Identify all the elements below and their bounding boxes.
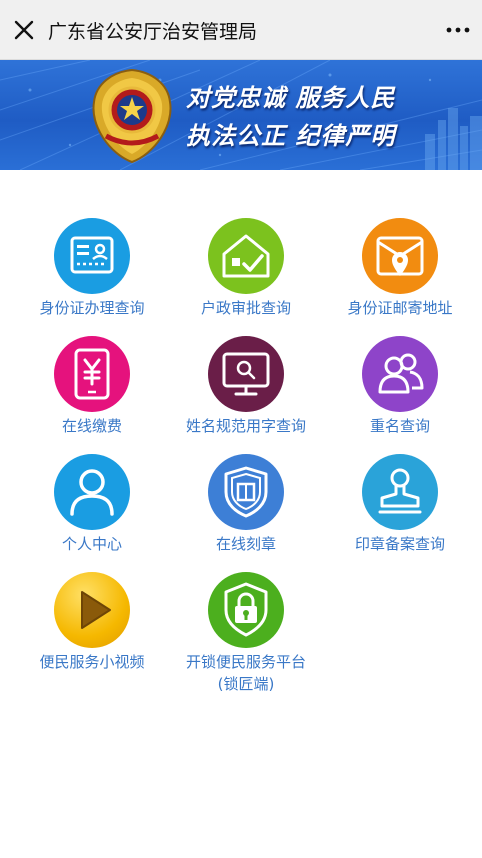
service-icon-circle: [54, 572, 130, 648]
users-icon: [378, 353, 424, 394]
monitor-search-icon: [222, 352, 270, 396]
service-label: 户政审批查询: [200, 299, 291, 317]
service-seal-filing-query[interactable]: 印章备案查询: [322, 454, 478, 555]
service-label: 印章备案查询: [354, 535, 445, 553]
service-icon-circle: [54, 454, 130, 530]
service-household-approval[interactable]: 户政审批查询: [168, 218, 324, 319]
page-title: 广东省公安厅治安管理局: [48, 21, 258, 43]
service-icon-circle: [362, 336, 438, 412]
police-emblem-icon: [92, 68, 172, 164]
service-icon-circle: [208, 572, 284, 648]
more-dots-icon[interactable]: [444, 16, 472, 44]
service-label: 身份证邮寄地址: [347, 299, 453, 317]
service-icon-circle: [362, 454, 438, 530]
slogan-line-1: 对党忠诚 服务人民: [186, 84, 396, 112]
close-icon[interactable]: [10, 16, 38, 44]
id-card-icon: [70, 236, 114, 274]
service-icon-circle: [54, 336, 130, 412]
envelope-location-icon: [376, 236, 424, 276]
close-button[interactable]: [10, 16, 38, 44]
service-personal-center[interactable]: 个人中心: [14, 454, 170, 555]
slogan-banner: 对党忠诚 服务人民 执法公正 纪律严明: [0, 60, 482, 170]
service-video[interactable]: 便民服务小视频: [14, 572, 170, 673]
service-icon-circle: [208, 336, 284, 412]
service-id-card-query[interactable]: 身份证办理查询: [14, 218, 170, 319]
service-label-sub: (锁匠端): [217, 675, 275, 693]
play-icon: [81, 591, 111, 629]
lock-shield-icon: [224, 582, 268, 637]
service-label: 在线刻章: [215, 535, 276, 553]
service-duplicate-name-query[interactable]: 重名查询: [322, 336, 478, 437]
top-bar: 广东省公安厅治安管理局: [0, 0, 482, 60]
service-label: 重名查询: [369, 417, 430, 435]
service-icon-circle: [54, 218, 130, 294]
service-online-payment[interactable]: 在线缴费: [14, 336, 170, 437]
service-locksmith-platform[interactable]: 开锁便民服务平台 (锁匠端): [168, 572, 324, 695]
service-label: 姓名规范用字查询: [185, 417, 306, 435]
user-icon: [70, 469, 114, 516]
service-label: 在线缴费: [61, 417, 122, 435]
banner-background: [0, 60, 482, 170]
service-label: 身份证办理查询: [39, 299, 145, 317]
service-label: 开锁便民服务平台: [185, 653, 306, 671]
service-label: 个人中心: [61, 535, 122, 553]
slogan-line-2: 执法公正 纪律严明: [186, 122, 396, 150]
service-icon-circle: [208, 454, 284, 530]
yuan-tablet-icon: [74, 348, 110, 400]
more-button[interactable]: [444, 16, 472, 44]
service-icon-circle: [362, 218, 438, 294]
service-label: 便民服务小视频: [39, 653, 145, 671]
service-name-char-query[interactable]: 姓名规范用字查询: [168, 336, 324, 437]
service-icon-circle: [208, 218, 284, 294]
house-check-icon: [222, 234, 270, 278]
service-id-mailing-address[interactable]: 身份证邮寄地址: [322, 218, 478, 319]
stamp-icon: [378, 468, 422, 514]
shield-seal-icon: [224, 466, 268, 518]
service-online-seal-carving[interactable]: 在线刻章: [168, 454, 324, 555]
